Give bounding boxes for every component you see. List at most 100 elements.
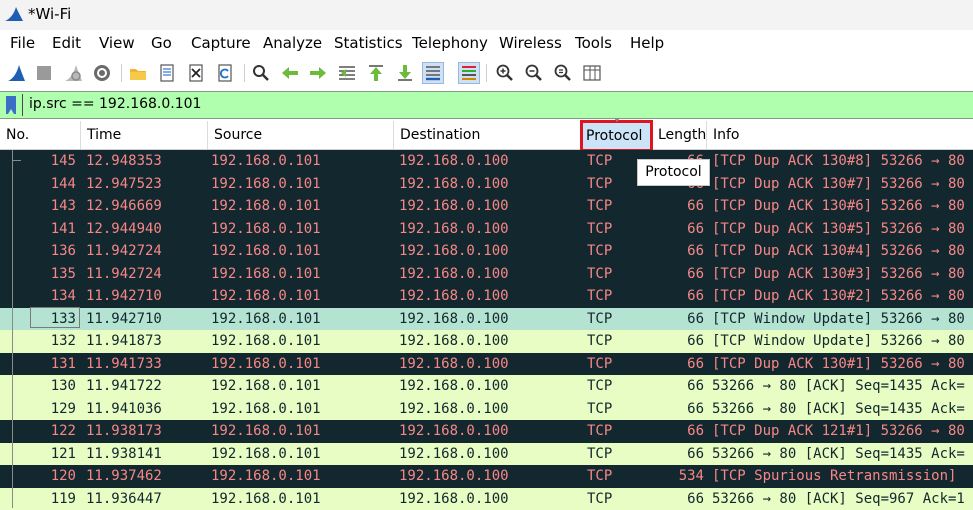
column-header-protocol[interactable]: Protocol: [580, 120, 653, 152]
packet-source: 192.168.0.101: [211, 398, 321, 420]
packet-row[interactable]: 12211.938173192.168.0.101192.168.0.100TC…: [0, 420, 973, 443]
packet-protocol: TCP: [587, 375, 612, 397]
packet-destination: 192.168.0.100: [399, 308, 509, 330]
packet-time: 11.941873: [86, 330, 162, 352]
menu-go[interactable]: Go: [151, 34, 172, 52]
packet-length: 66: [654, 285, 704, 307]
packet-protocol: TCP: [587, 195, 612, 217]
packet-length: 66: [654, 375, 704, 397]
packet-row[interactable]: 13611.942724192.168.0.101192.168.0.100TC…: [0, 240, 973, 263]
toolbar-separator: [121, 64, 122, 82]
sort-indicator-icon: [614, 118, 620, 122]
packet-destination: 192.168.0.100: [399, 330, 509, 352]
reload-file-icon[interactable]: [214, 62, 236, 84]
packet-protocol: TCP: [587, 488, 612, 510]
bookmark-icon[interactable]: [6, 96, 16, 114]
conversation-tree-branch: [12, 160, 21, 161]
packet-row[interactable]: 14512.948353192.168.0.101192.168.0.100TC…: [0, 150, 973, 173]
packet-info: [TCP Dup ACK 130#5] 53266 → 80: [712, 218, 965, 240]
menu-capture[interactable]: Capture: [191, 34, 251, 52]
zoom-normal-icon[interactable]: [552, 62, 574, 84]
open-file-icon[interactable]: [127, 62, 149, 84]
packet-source: 192.168.0.101: [211, 173, 321, 195]
find-packet-icon[interactable]: [250, 62, 272, 84]
go-forward-icon[interactable]: [307, 62, 329, 84]
packet-protocol: TCP: [587, 353, 612, 375]
column-header-time[interactable]: Time: [81, 121, 208, 149]
menu-statistics[interactable]: Statistics: [334, 34, 403, 52]
column-header-destination[interactable]: Destination: [394, 121, 581, 149]
packet-info: [TCP Dup ACK 130#4] 53266 → 80: [712, 240, 965, 262]
close-file-icon[interactable]: [185, 62, 207, 84]
save-file-icon[interactable]: [156, 62, 178, 84]
go-last-icon[interactable]: [394, 62, 416, 84]
packet-source: 192.168.0.101: [211, 465, 321, 487]
packet-protocol: TCP: [587, 398, 612, 420]
stop-capture-icon[interactable]: [33, 62, 55, 84]
packet-time: 11.937462: [86, 465, 162, 487]
packet-info: 53266 → 80 [ACK] Seq=1435 Ack=: [712, 443, 965, 465]
packet-row[interactable]: 14312.946669192.168.0.101192.168.0.100TC…: [0, 195, 973, 218]
packet-protocol: TCP: [587, 443, 612, 465]
menu-edit[interactable]: Edit: [52, 34, 81, 52]
packet-protocol: TCP: [587, 465, 612, 487]
menu-telephony[interactable]: Telephony: [412, 34, 488, 52]
menu-analyze[interactable]: Analyze: [263, 34, 322, 52]
menu-file[interactable]: File: [10, 34, 35, 52]
packet-destination: 192.168.0.100: [399, 398, 509, 420]
packet-row[interactable]: 12911.941036192.168.0.101192.168.0.100TC…: [0, 398, 973, 421]
packet-info: [TCP Dup ACK 130#3] 53266 → 80: [712, 263, 965, 285]
packet-row[interactable]: 12011.937462192.168.0.101192.168.0.100TC…: [0, 465, 973, 488]
packet-row[interactable]: 13511.942724192.168.0.101192.168.0.100TC…: [0, 263, 973, 286]
packet-time: 11.938173: [86, 420, 162, 442]
packet-time: 11.936447: [86, 488, 162, 510]
window-title: *Wi-Fi: [28, 5, 71, 23]
zoom-in-icon[interactable]: [494, 62, 516, 84]
zoom-out-icon[interactable]: [523, 62, 545, 84]
packet-length: 66: [654, 218, 704, 240]
go-to-packet-icon[interactable]: [336, 62, 358, 84]
packet-row[interactable]: 11911.936447192.168.0.101192.168.0.100TC…: [0, 488, 973, 510]
resize-columns-icon[interactable]: [581, 62, 603, 84]
go-first-icon[interactable]: [365, 62, 387, 84]
packet-info: [TCP Window Update] 53266 → 80: [712, 308, 965, 330]
go-back-icon[interactable]: [279, 62, 301, 84]
packet-row[interactable]: 13311.942710192.168.0.101192.168.0.100TC…: [0, 308, 973, 331]
packet-protocol: TCP: [587, 285, 612, 307]
packet-row[interactable]: 13411.942710192.168.0.101192.168.0.100TC…: [0, 285, 973, 308]
packet-info: 53266 → 80 [ACK] Seq=1435 Ack=: [712, 398, 965, 420]
column-header-length[interactable]: Length: [653, 121, 707, 149]
packet-length: 66: [654, 330, 704, 352]
menu-help[interactable]: Help: [630, 34, 664, 52]
packet-row[interactable]: 13011.941722192.168.0.101192.168.0.100TC…: [0, 375, 973, 398]
packet-source: 192.168.0.101: [211, 218, 321, 240]
packet-row[interactable]: 13211.941873192.168.0.101192.168.0.100TC…: [0, 330, 973, 353]
packet-row[interactable]: 13111.941733192.168.0.101192.168.0.100TC…: [0, 353, 973, 376]
packet-row[interactable]: 14112.944940192.168.0.101192.168.0.100TC…: [0, 218, 973, 241]
menu-view[interactable]: View: [99, 34, 135, 52]
column-header-info[interactable]: Info: [707, 121, 973, 149]
packet-row[interactable]: 14412.947523192.168.0.101192.168.0.100TC…: [0, 173, 973, 196]
packet-destination: 192.168.0.100: [399, 173, 509, 195]
packet-info: 53266 → 80 [ACK] Seq=967 Ack=1: [712, 488, 965, 510]
restart-capture-icon[interactable]: [62, 62, 84, 84]
packet-protocol: TCP: [587, 420, 612, 442]
display-filter-input[interactable]: ip.src == 192.168.0.101: [29, 96, 201, 112]
packet-source: 192.168.0.101: [211, 375, 321, 397]
packet-info: 53266 → 80 [ACK] Seq=1435 Ack=: [712, 375, 965, 397]
packet-time: 11.942710: [86, 308, 162, 330]
shark-fin-start-icon[interactable]: [5, 62, 27, 84]
column-header-source[interactable]: Source: [208, 121, 394, 149]
packet-destination: 192.168.0.100: [399, 240, 509, 262]
packet-destination: 192.168.0.100: [399, 285, 509, 307]
capture-options-icon[interactable]: [91, 62, 113, 84]
packet-source: 192.168.0.101: [211, 263, 321, 285]
menu-tools[interactable]: Tools: [575, 34, 612, 52]
colorize-icon[interactable]: [458, 62, 480, 84]
packet-destination: 192.168.0.100: [399, 465, 509, 487]
packet-time: 11.942724: [86, 263, 162, 285]
menu-wireless[interactable]: Wireless: [499, 34, 562, 52]
column-header-no[interactable]: No.: [0, 121, 81, 149]
autoscroll-icon[interactable]: [422, 62, 444, 84]
packet-row[interactable]: 12111.938141192.168.0.101192.168.0.100TC…: [0, 443, 973, 466]
